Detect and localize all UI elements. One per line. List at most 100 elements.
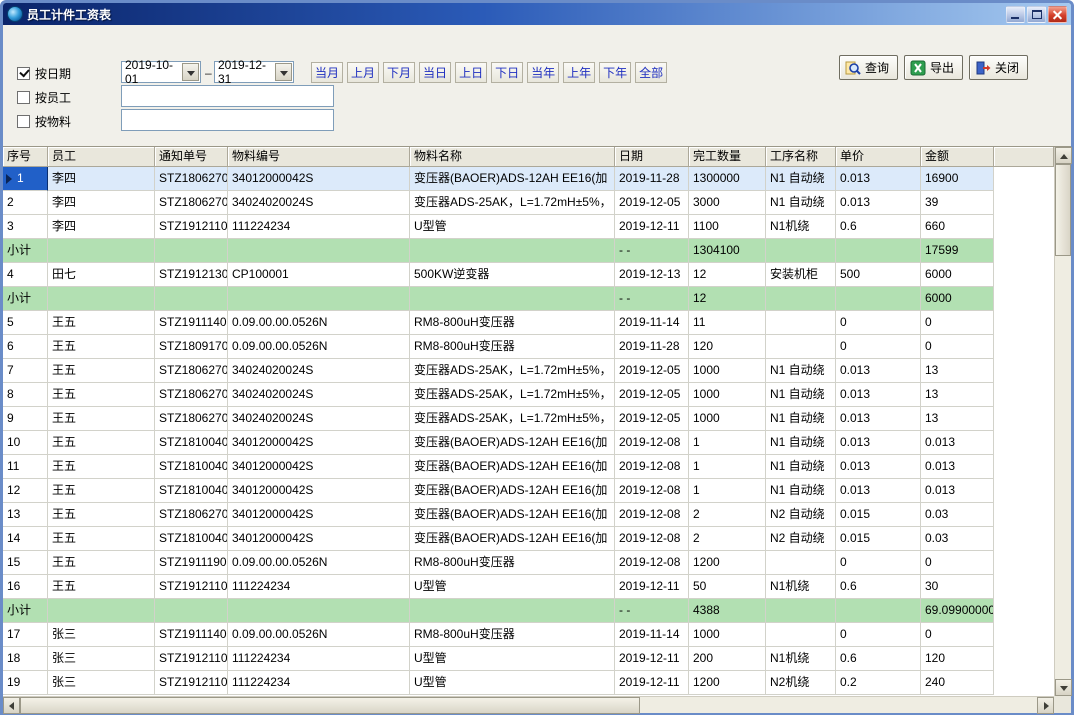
- table-row[interactable]: 12王五STZ18100400134012000042S变压器(BAOER)AD…: [3, 479, 1054, 503]
- grid-cell[interactable]: - -: [615, 239, 689, 263]
- grid-cell[interactable]: 34024020024S: [228, 383, 410, 407]
- grid-cell[interactable]: 111224234: [228, 671, 410, 695]
- grid-cell[interactable]: 13: [921, 407, 994, 431]
- grid-cell[interactable]: 500: [836, 263, 921, 287]
- material-input[interactable]: [121, 109, 334, 131]
- grid-cell[interactable]: 2: [689, 527, 766, 551]
- grid-cell[interactable]: 2019-11-28: [615, 335, 689, 359]
- grid-cell[interactable]: STZ191114001: [155, 311, 228, 335]
- table-row[interactable]: 13王五STZ18062700134012000042S变压器(BAOER)AD…: [3, 503, 1054, 527]
- grid-cell[interactable]: 2019-12-08: [615, 431, 689, 455]
- column-header[interactable]: 完工数量: [689, 147, 766, 167]
- column-header[interactable]: 物料名称: [410, 147, 615, 167]
- by-employee-checkbox[interactable]: [17, 91, 30, 104]
- grid-cell[interactable]: 17: [3, 623, 48, 647]
- grid-cell[interactable]: 34024020024S: [228, 407, 410, 431]
- vertical-scrollbar[interactable]: [1054, 147, 1071, 696]
- grid-cell[interactable]: 6000: [921, 287, 994, 311]
- date-from-combo[interactable]: 2019-10-01: [121, 61, 201, 83]
- grid-cell[interactable]: [766, 335, 836, 359]
- grid-cell[interactable]: 2019-12-11: [615, 215, 689, 239]
- subtotal-row[interactable]: 小计- -438869.09900000: [3, 599, 1054, 623]
- grid-cell[interactable]: 11: [3, 455, 48, 479]
- grid-cell[interactable]: STZ181004001: [155, 479, 228, 503]
- horizontal-scrollbar[interactable]: [3, 696, 1054, 713]
- column-header[interactable]: 员工: [48, 147, 155, 167]
- grid-cell[interactable]: N1机绕: [766, 215, 836, 239]
- grid-cell[interactable]: STZ180627001: [155, 503, 228, 527]
- grid-cell[interactable]: STZ181004001: [155, 431, 228, 455]
- column-header[interactable]: 工序名称: [766, 147, 836, 167]
- chevron-down-icon[interactable]: [275, 63, 292, 81]
- grid-cell[interactable]: 2019-12-11: [615, 647, 689, 671]
- grid-cell[interactable]: U型管: [410, 671, 615, 695]
- grid-cell[interactable]: 2019-12-05: [615, 359, 689, 383]
- grid-cell[interactable]: [155, 287, 228, 311]
- grid-cell[interactable]: 小计: [3, 239, 48, 263]
- grid-cell[interactable]: 2019-12-08: [615, 551, 689, 575]
- grid-cell[interactable]: 0.013: [921, 479, 994, 503]
- grid-cell[interactable]: 小计: [3, 599, 48, 623]
- grid-cell[interactable]: 1300000: [689, 167, 766, 191]
- close-button[interactable]: [1048, 6, 1067, 23]
- grid-cell[interactable]: 9: [3, 407, 48, 431]
- subtotal-row[interactable]: 小计- -126000: [3, 287, 1054, 311]
- grid-cell[interactable]: 1100: [689, 215, 766, 239]
- table-row[interactable]: 7王五STZ18062700134024020024S变压器ADS-25AK，L…: [3, 359, 1054, 383]
- grid-cell[interactable]: 王五: [48, 479, 155, 503]
- quick-range-button[interactable]: 上年: [563, 62, 595, 83]
- grid-cell[interactable]: [410, 287, 615, 311]
- grid-cell[interactable]: CP100001: [228, 263, 410, 287]
- grid-cell[interactable]: N1机绕: [766, 647, 836, 671]
- table-row[interactable]: 5王五STZ1911140010.09.00.00.0526NRM8-800uH…: [3, 311, 1054, 335]
- grid-cell[interactable]: N2 自动绕: [766, 527, 836, 551]
- table-row[interactable]: 16王五STZ191211001111224234U型管2019-12-1150…: [3, 575, 1054, 599]
- grid-cell[interactable]: 34012000042S: [228, 479, 410, 503]
- grid-cell[interactable]: 4388: [689, 599, 766, 623]
- grid-cell[interactable]: 2019-12-08: [615, 503, 689, 527]
- grid-cell[interactable]: 2019-12-08: [615, 527, 689, 551]
- grid-cell[interactable]: 李四: [48, 167, 155, 191]
- grid-cell[interactable]: N1 自动绕: [766, 431, 836, 455]
- grid-cell[interactable]: 0: [836, 551, 921, 575]
- grid-cell[interactable]: 安装机柜: [766, 263, 836, 287]
- grid-cell[interactable]: 变压器(BAOER)ADS-12AH EE16(加: [410, 527, 615, 551]
- grid-cell[interactable]: 1000: [689, 383, 766, 407]
- grid-cell[interactable]: 0.015: [836, 503, 921, 527]
- grid-cell[interactable]: STZ181004001: [155, 527, 228, 551]
- grid-cell[interactable]: [48, 599, 155, 623]
- grid-cell[interactable]: 王五: [48, 431, 155, 455]
- grid-cell[interactable]: 2019-12-05: [615, 407, 689, 431]
- grid-cell[interactable]: 0: [921, 623, 994, 647]
- grid-cell[interactable]: STZ191213001: [155, 263, 228, 287]
- grid-cell[interactable]: 变压器(BAOER)ADS-12AH EE16(加: [410, 479, 615, 503]
- grid-cell[interactable]: STZ191211001: [155, 671, 228, 695]
- date-to-combo[interactable]: 2019-12-31: [214, 61, 294, 83]
- grid-cell[interactable]: 8: [3, 383, 48, 407]
- grid-cell[interactable]: STZ191211001: [155, 575, 228, 599]
- grid-cell[interactable]: RM8-800uH变压器: [410, 623, 615, 647]
- grid-cell[interactable]: N1机绕: [766, 575, 836, 599]
- grid-cell[interactable]: N1 自动绕: [766, 455, 836, 479]
- close-form-button[interactable]: 关闭: [969, 55, 1028, 80]
- grid-cell[interactable]: 34024020024S: [228, 359, 410, 383]
- grid-cell[interactable]: 0.2: [836, 671, 921, 695]
- by-date-checkbox[interactable]: [17, 67, 30, 80]
- column-header[interactable]: 序号: [3, 147, 48, 167]
- grid-cell[interactable]: [766, 311, 836, 335]
- grid-cell[interactable]: 1200: [689, 551, 766, 575]
- grid-cell[interactable]: [48, 239, 155, 263]
- grid-cell[interactable]: 0: [836, 311, 921, 335]
- grid-cell[interactable]: 3000: [689, 191, 766, 215]
- grid-cell[interactable]: 变压器(BAOER)ADS-12AH EE16(加: [410, 167, 615, 191]
- table-row[interactable]: 2李四STZ18062700134024020024S变压器ADS-25AK，L…: [3, 191, 1054, 215]
- grid-cell[interactable]: 0.013: [836, 383, 921, 407]
- grid-cell[interactable]: N1 自动绕: [766, 167, 836, 191]
- column-header[interactable]: 物料编号: [228, 147, 410, 167]
- grid-cell[interactable]: 王五: [48, 455, 155, 479]
- chevron-down-icon[interactable]: [182, 63, 199, 81]
- grid-cell[interactable]: 2019-12-05: [615, 383, 689, 407]
- grid-cell[interactable]: 17599: [921, 239, 994, 263]
- grid-cell[interactable]: 王五: [48, 503, 155, 527]
- grid-cell[interactable]: 1304100: [689, 239, 766, 263]
